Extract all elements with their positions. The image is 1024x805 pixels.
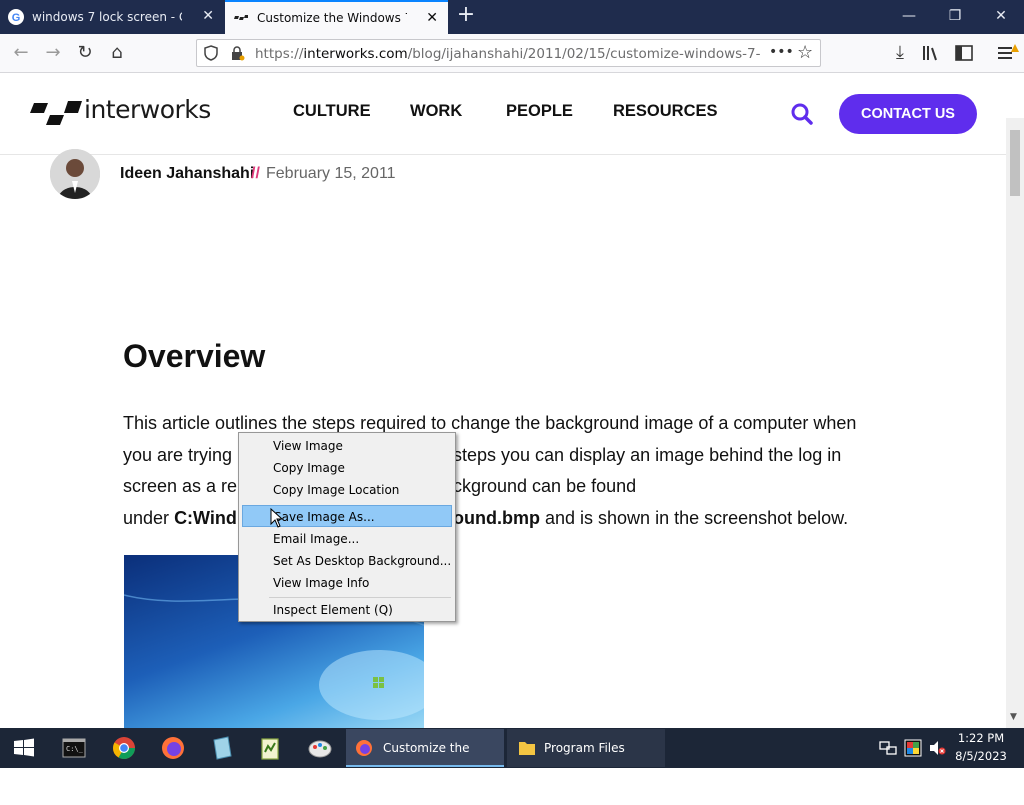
minimize-icon[interactable]: — xyxy=(886,0,932,32)
back-icon[interactable]: ← xyxy=(8,40,34,66)
hamburger-menu-icon[interactable] xyxy=(996,43,1020,63)
menu-item-copy-image[interactable]: Copy Image xyxy=(242,457,452,479)
paragraph-line-2b: steps you can display an image behind th… xyxy=(453,445,842,465)
firefox-icon[interactable] xyxy=(157,732,189,764)
bookmark-star-icon[interactable]: ☆ xyxy=(797,42,813,63)
clock-time[interactable]: 1:22 PM xyxy=(955,731,1007,745)
navigation-toolbar: ← → ↻ ⌂ https://interworks.com/blog/ijah… xyxy=(0,34,1024,73)
svg-text:G: G xyxy=(12,12,21,24)
paragraph-line-3b: ckground can be found xyxy=(453,476,637,496)
person-icon xyxy=(50,149,100,199)
page-scrollbar[interactable]: ▼ xyxy=(1006,118,1024,728)
tab-google-search[interactable]: G windows 7 lock screen - Google ✕ xyxy=(0,0,224,34)
search-icon[interactable] xyxy=(790,102,814,126)
url-text: https://interworks.com/blog/ijahanshahi/… xyxy=(255,46,760,62)
paragraph-line-2a: you are trying xyxy=(123,445,233,465)
nav-resources[interactable]: RESOURCES xyxy=(613,102,718,121)
firefox-icon xyxy=(356,740,372,756)
paint-icon[interactable] xyxy=(304,732,336,764)
menu-item-copy-image-location[interactable]: Copy Image Location xyxy=(242,479,452,501)
paragraph-line-1: This article outlines the steps required… xyxy=(123,413,857,433)
task-label: Customize the Win... xyxy=(383,741,470,793)
site-header: interworks CULTURE WORK PEOPLE RESOURCES… xyxy=(0,73,1006,155)
nav-work[interactable]: WORK xyxy=(410,102,462,121)
notepad-icon[interactable] xyxy=(206,732,238,764)
command-prompt-icon[interactable]: C:\_ xyxy=(58,732,90,764)
lock-icon[interactable] xyxy=(229,45,245,61)
section-heading: Overview xyxy=(123,338,266,374)
library-icon[interactable] xyxy=(922,44,942,62)
color-tray-icon[interactable] xyxy=(904,739,922,757)
tab-title: windows 7 lock screen - Google xyxy=(32,10,182,24)
forward-icon[interactable]: → xyxy=(40,40,66,66)
tab-customize-windows[interactable]: Customize the Windows 7 Logi ✕ xyxy=(225,0,448,34)
close-tab-icon[interactable]: ✕ xyxy=(202,9,214,23)
nav-culture[interactable]: CULTURE xyxy=(293,102,371,121)
task-label: Program Files xyxy=(544,741,625,755)
mouse-cursor-icon xyxy=(270,508,284,528)
address-bar[interactable]: https://interworks.com/blog/ijahanshahi/… xyxy=(196,39,821,67)
tab-title: Customize the Windows 7 Logi xyxy=(257,11,407,25)
interworks-logo-icon[interactable] xyxy=(30,99,82,129)
taskbar-explorer-window[interactable]: Program Files xyxy=(507,729,665,767)
close-tab-icon[interactable]: ✕ xyxy=(426,11,438,25)
svg-text:C:\_: C:\_ xyxy=(66,745,84,753)
windows-start-icon[interactable] xyxy=(8,732,40,764)
folder-icon xyxy=(519,742,535,755)
close-window-icon[interactable]: ✕ xyxy=(978,0,1024,32)
clock-date[interactable]: 8/5/2023 xyxy=(955,749,1007,763)
volume-muted-icon[interactable] xyxy=(928,740,946,756)
paragraph-line-4a: under C:Wind xyxy=(123,508,237,528)
menu-item-email-image[interactable]: Email Image... xyxy=(242,528,452,550)
nav-people[interactable]: PEOPLE xyxy=(506,102,573,121)
menu-separator xyxy=(269,597,451,598)
network-icon[interactable] xyxy=(879,740,897,756)
logo-text[interactable]: interworks xyxy=(84,95,211,124)
paragraph-line-3a: screen as a ren xyxy=(123,476,248,496)
contact-us-button[interactable]: CONTACT US xyxy=(839,94,977,134)
paragraph-line-4b: ound.bmp and is shown in the screenshot … xyxy=(453,508,849,528)
interworks-favicon-icon xyxy=(234,15,248,20)
menu-item-inspect-element[interactable]: Inspect Element (Q) xyxy=(242,599,452,621)
menu-item-view-image-info[interactable]: View Image Info xyxy=(242,572,452,594)
restore-icon[interactable]: ❐ xyxy=(932,0,978,32)
menu-item-set-desktop-background[interactable]: Set As Desktop Background... xyxy=(242,550,452,572)
chrome-icon[interactable] xyxy=(108,732,140,764)
sidebar-icon[interactable] xyxy=(955,45,973,61)
notepad-plus-plus-icon[interactable] xyxy=(254,732,286,764)
menu-item-view-image[interactable]: View Image xyxy=(242,435,452,457)
scroll-down-icon[interactable]: ▼ xyxy=(1010,712,1017,722)
browser-tab-bar: G windows 7 lock screen - Google ✕ Custo… xyxy=(0,0,1024,34)
home-icon[interactable]: ⌂ xyxy=(104,40,130,66)
byline-separator: // xyxy=(251,165,260,182)
downloads-icon[interactable]: ⤓ xyxy=(887,40,913,66)
publish-date: February 15, 2011 xyxy=(266,165,396,182)
reload-icon[interactable]: ↻ xyxy=(72,40,98,66)
author-avatar[interactable] xyxy=(50,149,100,199)
taskbar-firefox-window[interactable]: Customize the Win... xyxy=(346,729,504,793)
new-tab-button[interactable]: + xyxy=(454,4,478,28)
google-icon: G xyxy=(8,9,24,25)
shield-icon[interactable] xyxy=(203,45,219,61)
scrollbar-thumb[interactable] xyxy=(1010,130,1020,196)
author-name[interactable]: Ideen Jahanshahi xyxy=(120,165,254,183)
windows-taskbar: C:\_ Customize the Win... Program Files xyxy=(0,728,1024,793)
page-actions-icon[interactable]: ••• xyxy=(769,44,794,60)
